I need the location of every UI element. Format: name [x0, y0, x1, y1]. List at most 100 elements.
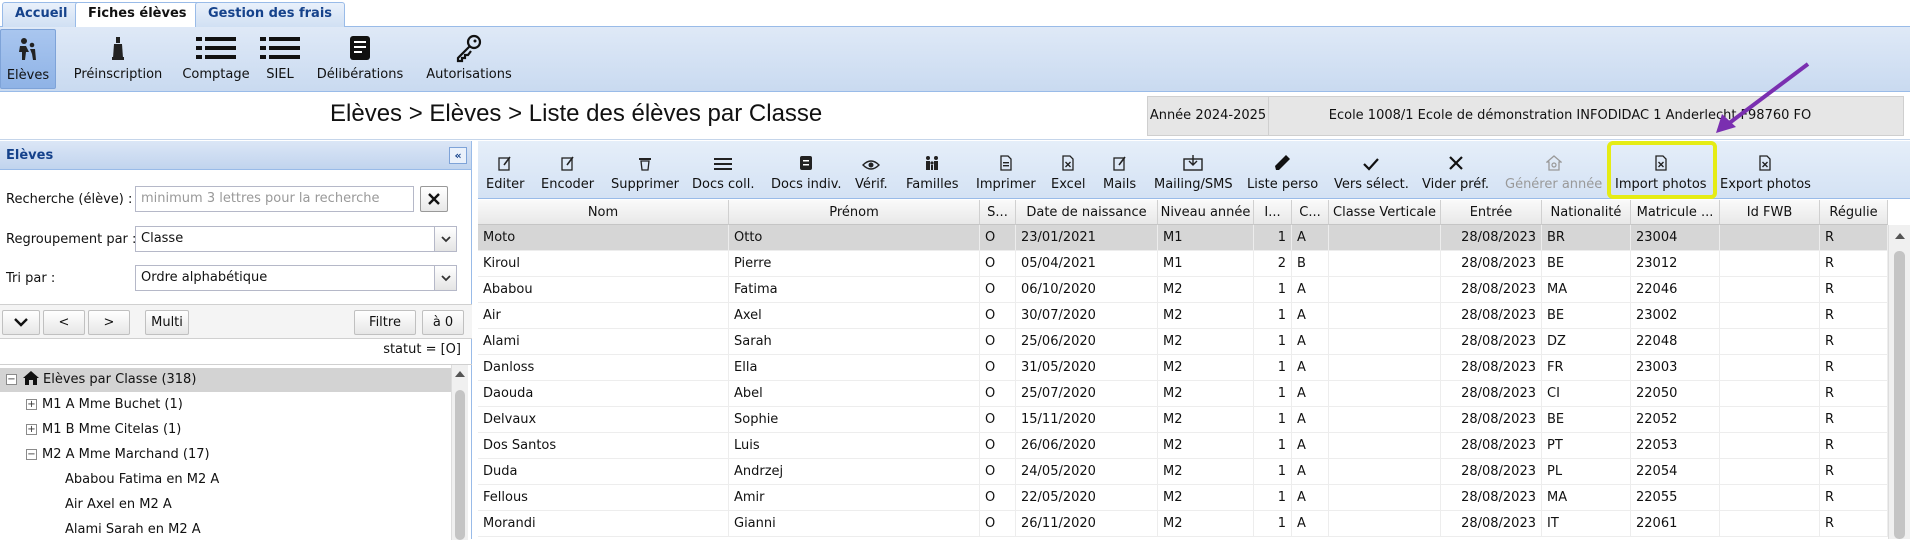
- tree-class-item[interactable]: + M1 A Mme Buchet (1): [26, 393, 183, 417]
- expand-all-button[interactable]: [2, 310, 40, 335]
- ribbon-preinscription-button[interactable]: Préinscription: [70, 29, 166, 89]
- families-button[interactable]: Familles: [906, 141, 959, 199]
- table-cell: A: [1292, 355, 1329, 381]
- ribbon-siel-button[interactable]: SIEL: [258, 29, 302, 89]
- chevron-down-icon[interactable]: [434, 227, 456, 251]
- tree-student-item[interactable]: Alami Sarah en M2 A: [65, 518, 201, 542]
- panel-title: Elèves: [6, 148, 54, 163]
- grid-scrollbar[interactable]: [1888, 225, 1910, 539]
- column-header[interactable]: Nom: [478, 200, 729, 225]
- chevron-down-icon[interactable]: [434, 266, 456, 290]
- next-button[interactable]: >: [88, 310, 130, 335]
- filter-button[interactable]: Filtre: [354, 310, 416, 335]
- table-cell: 05/04/2021: [1016, 251, 1158, 277]
- tab-gestion-des-frais[interactable]: Gestion des frais: [195, 2, 346, 28]
- column-header[interactable]: Classe Verticale: [1329, 200, 1441, 225]
- table-cell: [1329, 251, 1441, 277]
- tree-scrollbar[interactable]: [451, 365, 468, 540]
- docs-coll-button[interactable]: Docs coll.: [692, 141, 754, 199]
- table-cell: FR: [1542, 355, 1631, 381]
- table-row[interactable]: Delvaux Sophie O 15/11/2020 M2 1 A 28/08/2023 BE…: [478, 407, 1888, 433]
- table-row[interactable]: Air Axel O 30/07/2020 M2 1 A 28/08/2023 BE 23002 R: [478, 303, 1888, 329]
- table-cell: A: [1292, 485, 1329, 511]
- expand-icon[interactable]: +: [26, 424, 37, 435]
- school-info: Ecole 1008/1 Ecole de démonstration INFO…: [1236, 96, 1904, 136]
- collapse-panel-button[interactable]: «: [449, 147, 467, 164]
- table-cell: O: [980, 303, 1016, 329]
- table-row[interactable]: Kiroul Pierre O 05/04/2021 M1 2 B 28/08/2023 BE 2…: [478, 251, 1888, 277]
- reset-filter-button[interactable]: à 0: [422, 310, 464, 335]
- tab-fiches-eleves[interactable]: Fiches élèves: [75, 2, 200, 29]
- column-header[interactable]: Nationalité: [1542, 200, 1631, 225]
- clear-search-button[interactable]: [420, 186, 448, 212]
- collapse-icon[interactable]: −: [26, 449, 37, 460]
- group-label: Regroupement par :: [6, 232, 137, 247]
- ribbon-autorisations-button[interactable]: Autorisations: [424, 29, 514, 89]
- column-header[interactable]: Régulie: [1820, 200, 1888, 225]
- scroll-up-icon[interactable]: [455, 371, 465, 377]
- column-header[interactable]: Niveau année: [1158, 200, 1254, 225]
- ribbon-eleves-button[interactable]: Elèves: [0, 29, 56, 89]
- table-row[interactable]: Alami Sarah O 25/06/2020 M2 1 A 28/08/2023 DZ 220…: [478, 329, 1888, 355]
- column-header[interactable]: C...: [1292, 200, 1329, 225]
- export-photos-button[interactable]: Export photos: [1720, 141, 1811, 199]
- excel-button[interactable]: Excel: [1051, 141, 1085, 199]
- table-row[interactable]: Ababou Fatima O 06/10/2020 M2 1 A 28/08/2023 MA 2…: [478, 277, 1888, 303]
- tree-student-item[interactable]: Air Axel en M2 A: [65, 493, 172, 517]
- table-row[interactable]: Moto Otto O 23/01/2021 M1 1 A 28/08/2023 BR 23004…: [478, 225, 1888, 251]
- print-button[interactable]: Imprimer: [976, 141, 1036, 199]
- mailing-sms-button[interactable]: Mailing/SMS: [1154, 141, 1233, 199]
- column-header[interactable]: Prénom: [729, 200, 980, 225]
- document-icon: [350, 36, 370, 60]
- column-header[interactable]: S...: [980, 200, 1016, 225]
- table-row[interactable]: Morandi Gianni O 26/11/2020 M2 1 A 28/08/2023 IT…: [478, 511, 1888, 537]
- table-cell: 1: [1254, 511, 1292, 537]
- group-select-value: Classe: [141, 231, 184, 246]
- column-header[interactable]: Id FWB: [1720, 200, 1820, 225]
- search-input[interactable]: minimum 3 lettres pour la recherche: [135, 186, 414, 212]
- tree-class-item[interactable]: + M1 B Mme Citelas (1): [26, 418, 181, 442]
- mails-button[interactable]: Mails: [1103, 141, 1136, 199]
- edit-button[interactable]: Editer: [486, 141, 525, 199]
- column-header[interactable]: I...: [1254, 200, 1292, 225]
- table-row[interactable]: Dos Santos Luis O 26/06/2020 M2 1 A 28/08/2023 P…: [478, 433, 1888, 459]
- encode-button[interactable]: Encoder: [541, 141, 594, 199]
- excel-icon: [1062, 155, 1074, 171]
- table-cell: Delvaux: [478, 407, 729, 433]
- table-row[interactable]: Danloss Ella O 31/05/2020 M2 1 A 28/08/2023 FR 23…: [478, 355, 1888, 381]
- group-select[interactable]: Classe: [135, 226, 457, 252]
- table-cell: MA: [1542, 277, 1631, 303]
- docs-indiv-label: Docs indiv.: [771, 177, 842, 192]
- clear-preferences-button[interactable]: Vider préf.: [1422, 141, 1489, 199]
- table-row[interactable]: Duda Andrzej O 24/05/2020 M2 1 A 28/08/2023 PL 22…: [478, 459, 1888, 485]
- sort-select[interactable]: Ordre alphabétique: [135, 265, 457, 291]
- previous-button[interactable]: <: [43, 310, 85, 335]
- ribbon-preinscription-label: Préinscription: [73, 67, 163, 82]
- tree-student-item[interactable]: Ababou Fatima en M2 A: [65, 468, 219, 492]
- expand-icon[interactable]: +: [26, 399, 37, 410]
- table-row[interactable]: Daouda Abel O 25/07/2020 M2 1 A 28/08/2023 CI 220…: [478, 381, 1888, 407]
- delete-button[interactable]: Supprimer: [611, 141, 679, 199]
- export-photos-label: Export photos: [1720, 177, 1811, 192]
- tab-accueil[interactable]: Accueil: [2, 2, 81, 28]
- verif-button[interactable]: Vérif.: [855, 141, 888, 199]
- column-header[interactable]: Date de naissance: [1016, 200, 1158, 225]
- tree-class-item[interactable]: − M2 A Mme Marchand (17): [26, 443, 210, 467]
- generate-year-button[interactable]: Générer année: [1505, 141, 1602, 199]
- header-band: Elèves > Elèves > Liste des élèves par C…: [0, 92, 1910, 140]
- to-selection-button[interactable]: Vers sélect.: [1334, 141, 1409, 199]
- docs-indiv-button[interactable]: Docs indiv.: [771, 141, 842, 199]
- tree-root[interactable]: − Elèves par Classe (318): [0, 368, 451, 392]
- column-header[interactable]: Matricule ...: [1631, 200, 1720, 225]
- scroll-up-icon[interactable]: [1894, 233, 1905, 239]
- docs-coll-label: Docs coll.: [692, 177, 755, 192]
- grid-scroll-thumb[interactable]: [1894, 251, 1905, 539]
- tree-scroll-thumb[interactable]: [455, 390, 465, 540]
- collapse-icon[interactable]: −: [6, 374, 17, 385]
- custom-list-button[interactable]: Liste perso: [1247, 141, 1318, 199]
- ribbon-deliberations-button[interactable]: Délibérations: [316, 29, 404, 89]
- table-row[interactable]: Fellous Amir O 22/05/2020 M2 1 A 28/08/2023 MA 22…: [478, 485, 1888, 511]
- ribbon-comptage-button[interactable]: Comptage: [180, 29, 252, 89]
- multi-button[interactable]: Multi: [145, 310, 189, 335]
- column-header[interactable]: Entrée: [1441, 200, 1542, 225]
